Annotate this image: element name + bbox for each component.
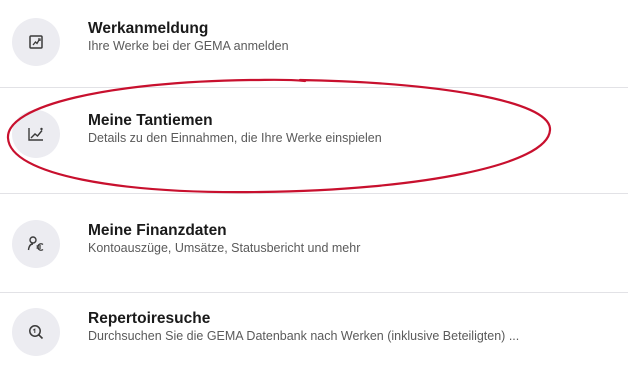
services-menu: Werkanmeldung Ihre Werke bei der GEMA an… xyxy=(0,0,628,390)
icon-badge xyxy=(12,220,60,268)
menu-item-title: Werkanmeldung xyxy=(88,20,209,37)
menu-item-subtitle: Kontoauszüge, Umsätze, Statusbericht und… xyxy=(88,241,361,255)
menu-item-subtitle: Details zu den Einnahmen, die Ihre Werke… xyxy=(88,131,382,145)
icon-badge xyxy=(12,110,60,158)
search-icon xyxy=(29,325,44,340)
menu-item-title: Meine Tantiemen xyxy=(88,112,213,129)
icon-badge xyxy=(12,18,60,66)
menu-item-meine-finanzdaten[interactable]: Meine Finanzdaten Kontoauszüge, Umsätze,… xyxy=(0,210,628,274)
menu-item-subtitle: Durchsuchen Sie die GEMA Datenbank nach … xyxy=(88,329,520,343)
chart-trend-icon xyxy=(28,127,43,141)
menu-item-werkanmeldung[interactable]: Werkanmeldung Ihre Werke bei der GEMA an… xyxy=(0,8,628,72)
divider xyxy=(0,193,628,194)
document-register-icon xyxy=(29,35,43,49)
menu-item-subtitle: Ihre Werke bei der GEMA anmelden xyxy=(88,39,289,53)
menu-item-title: Meine Finanzdaten xyxy=(88,222,227,239)
divider xyxy=(0,87,628,88)
icon-badge xyxy=(12,308,60,356)
divider xyxy=(0,292,628,293)
menu-item-repertoiresuche[interactable]: Repertoiresuche Durchsuchen Sie die GEMA… xyxy=(0,298,628,362)
menu-item-title: Repertoiresuche xyxy=(88,310,211,327)
person-euro-icon xyxy=(27,236,44,251)
menu-item-meine-tantiemen[interactable]: Meine Tantiemen Details zu den Einnahmen… xyxy=(0,100,628,164)
